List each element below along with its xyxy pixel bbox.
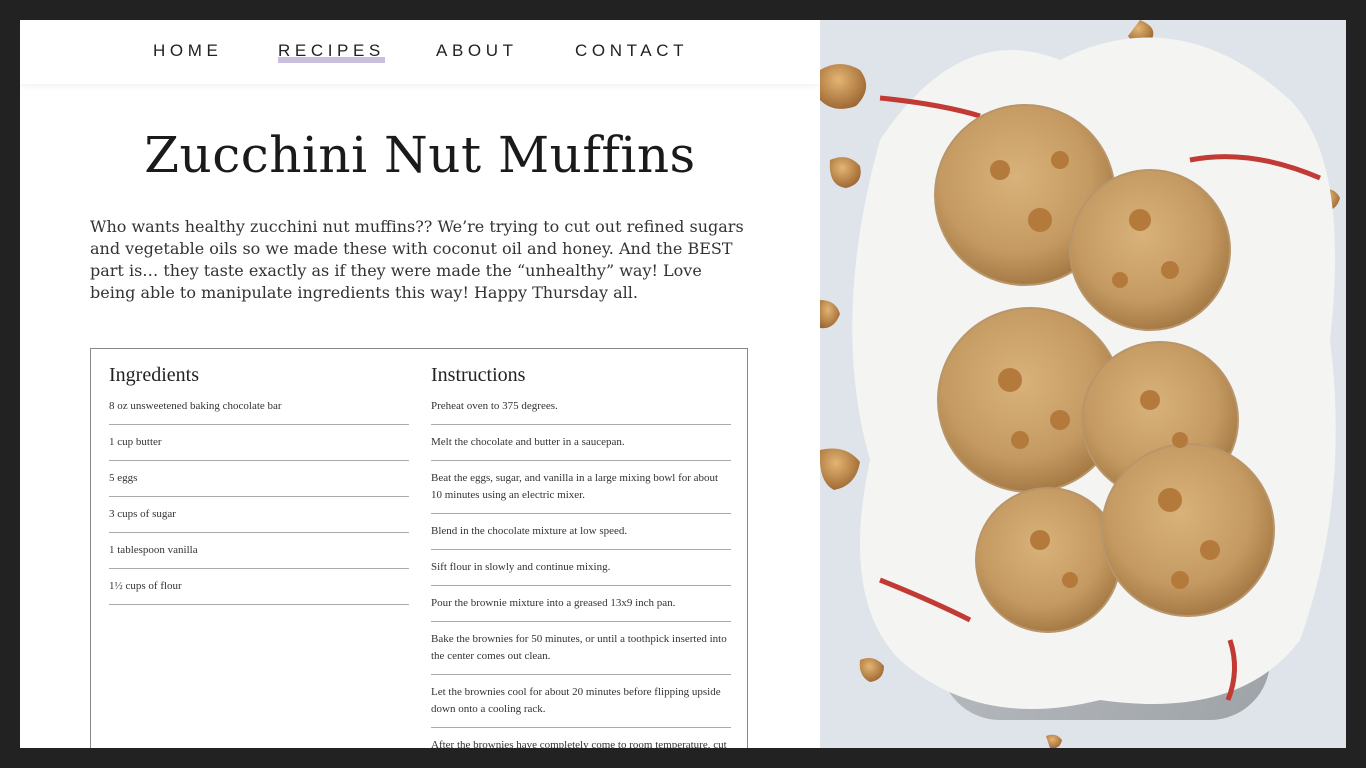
instruction-step: Let the brownies cool for about 20 minut… (431, 681, 731, 728)
ingredient-item: 8 oz unsweetened baking chocolate bar (109, 395, 409, 425)
instruction-step: Sift flour in slowly and continue mixing… (431, 556, 731, 586)
nav-contact-link[interactable]: CONTACT (575, 40, 688, 62)
instruction-step: Preheat oven to 375 degrees. (431, 395, 731, 425)
instruction-step: Bake the brownies for 50 minutes, or unt… (431, 628, 731, 675)
instruction-step: Pour the brownie mixture into a greased … (431, 592, 731, 622)
muffin-photo-pane (820, 20, 1346, 748)
ingredient-item: 3 cups of sugar (109, 503, 409, 533)
page-frame: HOME RECIPES ABOUT CONTACT Zucchini Nut … (20, 20, 1346, 748)
recipe-intro: Who wants healthy zucchini nut muffins??… (90, 217, 744, 302)
instructions-column: Instructions Preheat oven to 375 degrees… (431, 363, 731, 748)
instructions-heading: Instructions (431, 364, 526, 386)
ingredients-heading: Ingredients (109, 364, 199, 386)
ingredients-list: 8 oz unsweetened baking chocolate bar 1 … (109, 395, 409, 605)
ingredient-item: 1 tablespoon vanilla (109, 539, 409, 569)
nav-recipes-link[interactable]: RECIPES (278, 40, 385, 63)
instructions-list: Preheat oven to 375 degrees. Melt the ch… (431, 395, 731, 748)
instruction-step: Blend in the chocolate mixture at low sp… (431, 520, 731, 550)
instruction-step: Melt the chocolate and butter in a sauce… (431, 431, 731, 461)
recipe-card: Ingredients 8 oz unsweetened baking choc… (90, 348, 748, 748)
ingredients-column: Ingredients 8 oz unsweetened baking choc… (109, 363, 409, 611)
ingredient-item: 1 cup butter (109, 431, 409, 461)
instruction-step: Beat the eggs, sugar, and vanilla in a l… (431, 467, 731, 514)
nav-home-link[interactable]: HOME (153, 40, 222, 62)
ingredient-item: 1½ cups of flour (109, 575, 409, 605)
content-pane: HOME RECIPES ABOUT CONTACT Zucchini Nut … (20, 20, 820, 748)
main-navigation: HOME RECIPES ABOUT CONTACT (20, 20, 820, 84)
nav-about-link[interactable]: ABOUT (436, 40, 518, 62)
instruction-step: After the brownies have completely come … (431, 734, 731, 748)
page-title: Zucchini Nut Muffins (144, 126, 696, 184)
ingredient-item: 5 eggs (109, 467, 409, 497)
muffins-photo (820, 20, 1346, 748)
